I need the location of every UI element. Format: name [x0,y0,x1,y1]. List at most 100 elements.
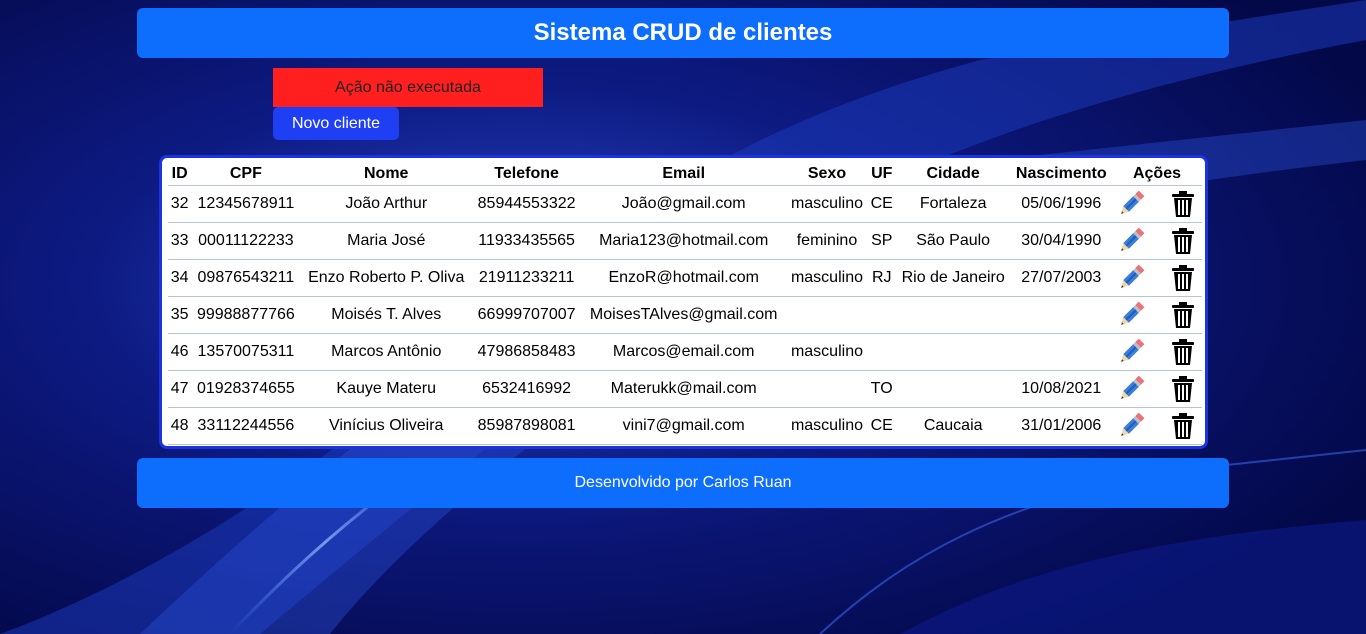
cell-nascimento: 05/06/1996 [1010,185,1112,223]
cell-cpf: 09876543211 [191,259,301,297]
trash-icon[interactable] [1169,264,1197,292]
clients-table-container: ID CPF Nome Telefone Email Sexo UF Cidad… [159,155,1208,449]
cell-telefone: 66999707007 [472,296,582,334]
pencil-icon[interactable] [1117,301,1145,329]
table-row: 48 33112244556 Vinícius Oliveira 8598789… [168,407,1202,445]
cell-sexo: masculino [786,259,868,297]
trash-icon[interactable] [1169,412,1197,440]
cell-nascimento: 10/08/2021 [1010,370,1112,408]
cell-sexo: masculino [786,407,868,445]
cell-cidade [895,370,1011,408]
cell-telefone: 47986858483 [472,333,582,371]
cell-nascimento [1010,296,1112,334]
cell-nome: Moisés T. Alves [300,296,473,334]
cell-email: Marcos@email.com [581,333,787,371]
pencil-icon[interactable] [1117,375,1145,403]
cell-email: Maria123@hotmail.com [581,222,787,260]
cell-actions [1111,259,1202,297]
cell-sexo [786,370,868,408]
cell-cidade: São Paulo [895,222,1011,260]
cell-uf [867,296,896,334]
trash-icon[interactable] [1169,338,1197,366]
cell-cpf: 01928374655 [191,370,301,408]
cell-id: 46 [168,333,192,371]
clients-table: ID CPF Nome Telefone Email Sexo UF Cidad… [168,162,1202,445]
column-header: UF [871,164,893,182]
table-row: 47 01928374655 Kauye Materu 6532416992 M… [168,370,1202,408]
cell-id: 48 [168,407,192,445]
cell-email: João@gmail.com [581,185,787,223]
cell-cidade: Rio de Janeiro [895,259,1011,297]
status-alert: Ação não executada [273,68,543,107]
trash-icon[interactable] [1169,190,1197,218]
cell-id: 47 [168,370,192,408]
cell-actions [1111,333,1202,371]
cell-email: MoisesTAlves@gmail.com [581,296,787,334]
page-header: Sistema CRUD de clientes [137,8,1229,58]
trash-icon[interactable] [1169,301,1197,329]
new-client-button[interactable]: Novo cliente [273,107,399,140]
cell-cpf: 00011122233 [191,222,301,260]
column-header: Telefone [494,164,559,182]
table-row: 33 00011122233 Maria José 11933435565 Ma… [168,222,1202,260]
trash-icon[interactable] [1169,227,1197,255]
cell-nome: João Arthur [300,185,473,223]
cell-nascimento [1010,333,1112,371]
cell-cidade: Fortaleza [895,185,1011,223]
cell-telefone: 21911233211 [472,259,582,297]
cell-telefone: 11933435565 [472,222,582,260]
cell-sexo: feminino [786,222,868,260]
column-header: Sexo [807,164,847,182]
cell-nome: Enzo Roberto P. Oliva [300,259,473,297]
column-header: CPF [229,164,262,182]
cell-id: 35 [168,296,192,334]
cell-actions [1111,185,1202,223]
pencil-icon[interactable] [1117,338,1145,366]
cell-uf: CE [867,185,896,223]
new-client-label: Novo cliente [291,114,381,132]
cell-nome: Kauye Materu [300,370,473,408]
pencil-icon[interactable] [1117,227,1145,255]
pencil-icon[interactable] [1117,412,1145,440]
footer-text: Desenvolvido por Carlos Ruan [574,474,792,491]
pencil-icon[interactable] [1117,264,1145,292]
page-title: Sistema CRUD de clientes [533,19,833,46]
cell-sexo: masculino [786,185,868,223]
cell-cpf: 33112244556 [191,407,301,445]
cell-nome: Maria José [300,222,473,260]
cell-telefone: 6532416992 [472,370,582,408]
cell-cidade [895,333,1011,371]
column-header: Nome [364,164,409,182]
column-header: Cidade [926,164,980,182]
cell-uf [867,333,896,371]
cell-email: Materukk@mail.com [581,370,787,408]
cell-email: vini7@gmail.com [581,407,787,445]
page-footer: Desenvolvido por Carlos Ruan [137,458,1229,508]
cell-cidade [895,296,1011,334]
cell-actions [1111,296,1202,334]
cell-uf: SP [867,222,896,260]
trash-icon[interactable] [1169,375,1197,403]
cell-telefone: 85987898081 [472,407,582,445]
column-header: Ações [1132,164,1181,182]
column-header: Email [662,164,706,182]
cell-sexo: masculino [786,333,868,371]
table-row: 35 99988877766 Moisés T. Alves 669997070… [168,296,1202,334]
pencil-icon[interactable] [1117,190,1145,218]
cell-telefone: 85944553322 [472,185,582,223]
cell-id: 32 [168,185,192,223]
cell-id: 33 [168,222,192,260]
column-header: Nascimento [1015,164,1107,182]
alert-message: Ação não executada [335,78,481,96]
cell-nascimento: 30/04/1990 [1010,222,1112,260]
cell-id: 34 [168,259,192,297]
table-row: 32 12345678911 João Arthur 85944553322 J… [168,185,1202,223]
cell-actions [1111,370,1202,408]
cell-actions [1111,222,1202,260]
table-row: 34 09876543211 Enzo Roberto P. Oliva 219… [168,259,1202,297]
cell-uf: RJ [867,259,896,297]
column-header: ID [171,164,188,182]
cell-uf: TO [867,370,896,408]
cell-nascimento: 31/01/2006 [1010,407,1112,445]
table-header-row: ID CPF Nome Telefone Email Sexo UF Cidad… [168,162,1202,186]
